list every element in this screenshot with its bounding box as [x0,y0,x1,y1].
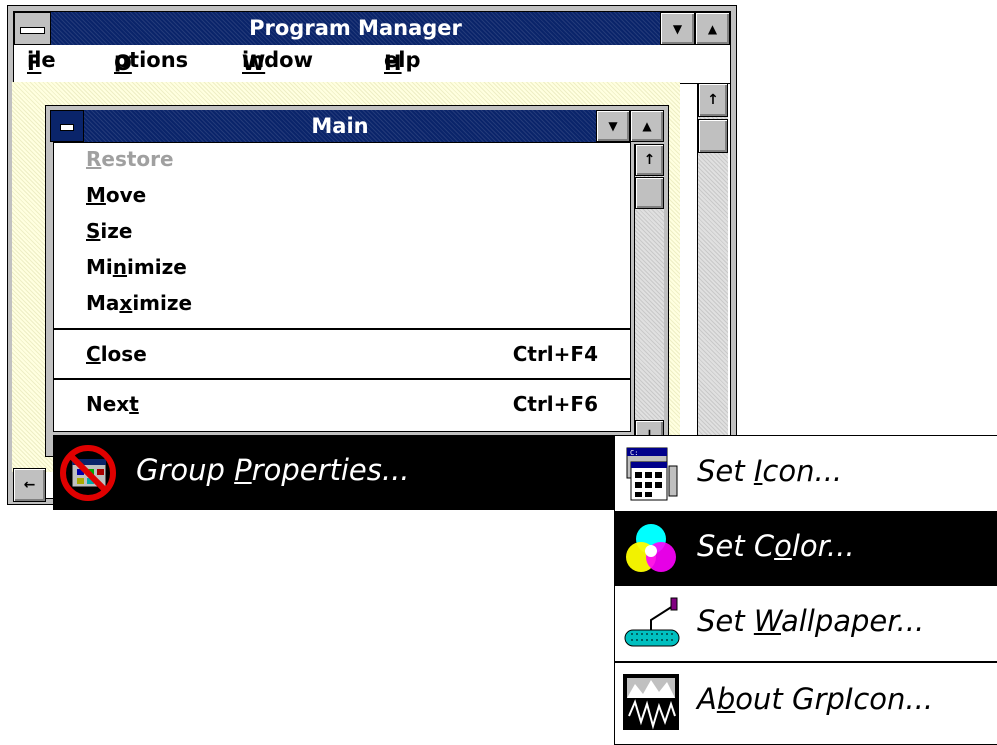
system-menu-button[interactable] [14,12,51,45]
group-properties-label: Group Properties... [136,453,410,487]
svg-text:C:: C: [630,449,638,457]
menu-options[interactable]: Options [114,48,188,75]
color-circles-icon [621,519,681,579]
menu-separator [54,378,630,380]
main-vertical-scrollbar[interactable]: ↑ ↓ [634,144,664,452]
menubar: File Options Window Help [14,45,730,84]
minimize-arrow-icon: ▼ [608,119,618,133]
main-window-title: Main [311,114,369,138]
menu-item-restore: Restore [86,147,174,171]
system-menu-icon [20,26,45,34]
system-menu: Restore Move Size Minimize Maximize Clos… [53,142,631,432]
menu-item-group-properties[interactable]: Group Properties... [53,435,616,510]
menu-item-move[interactable]: Move [86,183,146,207]
next-shortcut: Ctrl+F6 [512,392,598,416]
submenu-item-about-grpicon[interactable]: About GrpIcon... [615,664,997,739]
set-icon-label: Set Icon... [697,454,843,488]
minimize-arrow-icon: ▼ [672,21,683,36]
menu-item-next[interactable]: Next [86,392,139,416]
close-shortcut: Ctrl+F4 [512,342,598,366]
arrow-up-icon: ↑ [643,152,656,168]
grpicon-logo-icon [621,672,681,732]
menu-item-size[interactable]: Size [86,219,132,243]
scroll-thumb[interactable] [698,119,728,153]
minimize-button[interactable]: ▼ [660,12,695,45]
window-title: Program Manager [249,16,462,40]
paint-roller-icon [621,594,681,654]
scroll-left-button[interactable]: ← [13,468,46,502]
main-system-menu-icon [60,124,74,131]
program-group-icon: C: [621,444,681,504]
menu-item-maximize[interactable]: Maximize [86,291,192,315]
set-wallpaper-label: Set Wallpaper... [697,604,925,638]
menu-window[interactable]: Window [242,48,313,75]
submenu-item-set-wallpaper[interactable]: Set Wallpaper... [615,586,997,661]
menu-item-minimize[interactable]: Minimize [86,255,187,279]
arrow-up-icon: ↑ [707,92,719,108]
main-maximize-button[interactable]: ▲ [630,110,664,142]
program-manager-titlebar[interactable]: Program Manager ▼ ▲ [14,12,730,45]
about-grpicon-label: About GrpIcon... [697,682,934,716]
menu-item-close[interactable]: Close [86,342,147,366]
main-minimize-button[interactable]: ▼ [596,110,630,142]
arrow-left-icon: ← [23,477,36,493]
scroll-up-button[interactable]: ↑ [698,83,728,117]
main-system-menu-button[interactable] [50,110,84,142]
menu-separator [54,328,630,330]
main-titlebar[interactable]: Main ▼ ▲ [50,110,664,142]
submenu-separator [615,661,997,663]
maximize-arrow-icon: ▲ [707,21,718,36]
main-scroll-thumb[interactable] [635,177,664,209]
workspace-vertical-scrollbar[interactable]: ↑ [697,83,728,473]
submenu-item-set-color[interactable]: Set Color... [615,511,997,586]
set-color-label: Set Color... [697,529,855,563]
menu-file[interactable]: File [27,48,56,75]
maximize-arrow-icon: ▲ [642,119,652,133]
menu-help[interactable]: Help [384,48,420,75]
grpicon-disabled-icon [58,443,118,503]
grpicon-submenu: C: Set Icon... Set Color... Set Wallpape… [614,435,997,745]
submenu-item-set-icon[interactable]: C: Set Icon... [615,436,997,511]
main-scroll-up-button[interactable]: ↑ [635,144,664,176]
maximize-button[interactable]: ▲ [695,12,730,45]
